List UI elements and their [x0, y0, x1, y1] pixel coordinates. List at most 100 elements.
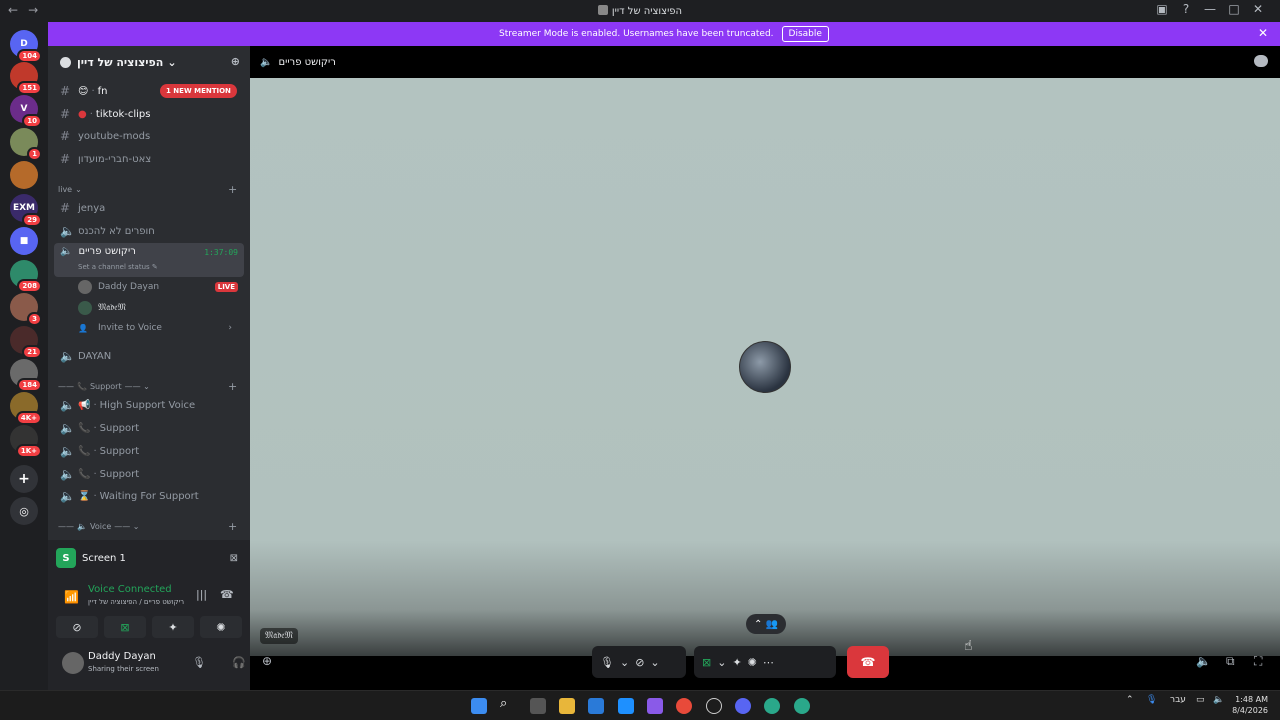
task-view-icon[interactable]	[530, 698, 546, 714]
chevron-down-icon[interactable]: ⌄	[717, 656, 726, 669]
signal-icon[interactable]: 📶	[64, 590, 79, 604]
stream-stage[interactable]: ⌃ 👥 𝔐𝔞𝔡𝔢𝔐 ☝	[250, 78, 1280, 656]
store-icon[interactable]	[588, 698, 604, 714]
maximize-button[interactable]: □	[1222, 2, 1246, 16]
stop-stream-icon[interactable]: ⊠	[230, 553, 238, 564]
server-header[interactable]: הפיצוציה של דיין ⌄ ⊕	[48, 46, 250, 78]
user-name: Daddy Dayan	[88, 651, 156, 662]
app-icon[interactable]	[618, 698, 634, 714]
screen-share-button[interactable]: ⊠	[104, 616, 146, 638]
discord-icon[interactable]	[735, 698, 751, 714]
close-icon[interactable]: ✕	[1258, 26, 1268, 40]
app-icon[interactable]	[706, 698, 722, 714]
server-icon[interactable]: ■	[10, 227, 38, 255]
add-member-icon[interactable]: ⊕	[231, 55, 240, 68]
language-indicator[interactable]: עבר	[1170, 695, 1186, 705]
chat-icon[interactable]	[1254, 55, 1268, 67]
channel-support-3[interactable]: 🔈 📞 · Support	[54, 464, 244, 484]
server-icon[interactable]: EXM 29	[10, 194, 42, 227]
channel-support-2[interactable]: 🔈 📞 · Support	[54, 441, 244, 461]
channel-jenya[interactable]: # jenya	[54, 198, 244, 218]
server-icon[interactable]: 151	[10, 62, 42, 95]
search-icon[interactable]: ⌕	[500, 696, 516, 712]
channel-youtube-mods[interactable]: # youtube-mods	[54, 126, 244, 146]
voice-user-madem[interactable]: 𝔐𝔞𝔡𝔢𝔐	[78, 301, 238, 315]
edge-icon[interactable]	[794, 698, 810, 714]
mic-tray-icon[interactable]: 🎙	[1146, 695, 1157, 705]
noise-suppression-icon[interactable]: |||	[196, 588, 207, 601]
server-icon[interactable]: 3	[10, 293, 42, 326]
soundboard-icon[interactable]: ✺	[748, 656, 757, 669]
channel-title: ריקושט פריים	[278, 56, 336, 68]
minimize-button[interactable]: —	[1198, 2, 1222, 16]
chevron-down-icon[interactable]: ⌄	[650, 656, 659, 669]
unread-badge: 1	[27, 147, 42, 161]
soundboard-button[interactable]: ✺	[200, 616, 242, 638]
server-icon[interactable]: 21	[10, 326, 42, 359]
invite-to-voice[interactable]: 👤 Invite to Voice ›	[78, 323, 238, 333]
activities-button[interactable]: ✦	[152, 616, 194, 638]
camera-off-button[interactable]: ⊘	[56, 616, 98, 638]
window-title: הפיצוציה של דיין	[0, 5, 1280, 17]
category-live[interactable]: live ⌄ +	[58, 183, 237, 196]
mic-icon[interactable]: 🎙	[600, 656, 614, 669]
server-icon[interactable]: 1	[10, 128, 42, 161]
channel-no-enter[interactable]: 🔈 חופרים לא להכנס	[54, 221, 244, 241]
server-icon[interactable]: 184	[10, 359, 42, 392]
add-user-icon[interactable]: ⊕	[262, 654, 272, 668]
inbox-icon[interactable]: ▣	[1150, 2, 1174, 16]
category-voice[interactable]: —— 🔈 Voice —— ⌄ +	[58, 520, 237, 533]
server-icon[interactable]: V 10	[10, 95, 42, 128]
activities-icon[interactable]: ✦	[732, 656, 741, 669]
channel-dayan[interactable]: 🔈 DAYAN	[54, 346, 244, 366]
mic-icon[interactable]: 🎙	[192, 656, 206, 669]
new-mention-badge[interactable]: 1 NEW MENTION	[160, 84, 237, 98]
app-icon[interactable]	[647, 698, 663, 714]
voice-connected-label[interactable]: Voice Connected	[88, 584, 172, 595]
explore-icon[interactable]: ◎	[10, 497, 38, 525]
chrome-icon[interactable]	[676, 698, 692, 714]
unread-badge: 104	[17, 49, 42, 63]
server-icon[interactable]: 4K+	[10, 392, 42, 425]
channel-support-1[interactable]: 🔈 📞 · Support	[54, 418, 244, 438]
voice-user-daddy[interactable]: Daddy Dayan LIVE	[78, 280, 238, 294]
headphones-icon[interactable]: 🎧	[232, 656, 246, 669]
help-icon[interactable]: ?	[1174, 2, 1198, 16]
avatar[interactable]	[62, 652, 84, 674]
camera-off-icon[interactable]: ⊘	[635, 656, 644, 669]
server-icon[interactable]	[10, 161, 38, 189]
channel-club-chat[interactable]: # צאט-חברי-מועדון	[54, 149, 244, 169]
volume-tray-icon[interactable]: 🔈	[1213, 695, 1224, 705]
chevron-down-icon[interactable]: ⌄	[620, 656, 629, 669]
network-icon[interactable]: ▭	[1196, 695, 1205, 705]
server-icon[interactable]: 1K+	[10, 425, 42, 458]
edge-icon[interactable]	[764, 698, 780, 714]
channel-high-support[interactable]: 🔈 📢 · High Support Voice	[54, 395, 244, 415]
fullscreen-icon[interactable]: ⛶	[1254, 654, 1262, 669]
avatar	[78, 301, 92, 315]
close-window-button[interactable]: ✕	[1246, 2, 1270, 16]
screen-share-item[interactable]: S Screen 1 ⊠	[56, 546, 242, 570]
server-icon[interactable]: D 104	[10, 30, 42, 63]
clock[interactable]: 1:48 AM 8/4/2026	[1232, 694, 1268, 716]
disconnect-button[interactable]: ☎	[847, 646, 889, 678]
category-support[interactable]: —— 📞 Support —— ⌄ +	[58, 380, 237, 393]
unread-badge: 1K+	[15, 444, 42, 458]
tray-chevron-icon[interactable]: ⌃	[1126, 695, 1134, 705]
popout-icon[interactable]: ⧉	[1226, 654, 1235, 669]
server-icon[interactable]: 208	[10, 260, 42, 293]
add-server-icon[interactable]: +	[10, 465, 38, 493]
channel-status[interactable]: Set a channel status ✎	[78, 263, 158, 271]
disable-button[interactable]: Disable	[781, 26, 829, 42]
screen-share-icon[interactable]: ⊠	[702, 656, 711, 669]
participant-avatar[interactable]	[739, 341, 791, 393]
file-explorer-icon[interactable]	[559, 698, 575, 714]
more-icon[interactable]: ⋯	[763, 656, 774, 669]
participants-toggle[interactable]: ⌃ 👥	[746, 614, 786, 634]
channel-waiting[interactable]: 🔈 ⌛ · Waiting For Support	[54, 486, 244, 506]
start-icon[interactable]	[471, 698, 487, 714]
disconnect-icon[interactable]: ☎	[220, 588, 234, 601]
channel-tiktok-clips[interactable]: # ● · tiktok-clips	[54, 104, 244, 124]
active-voice-channel[interactable]: 🔈 ריקושט פריים 1:37:09 Set a channel stat…	[54, 243, 244, 277]
volume-icon[interactable]: 🔈	[1196, 654, 1211, 668]
